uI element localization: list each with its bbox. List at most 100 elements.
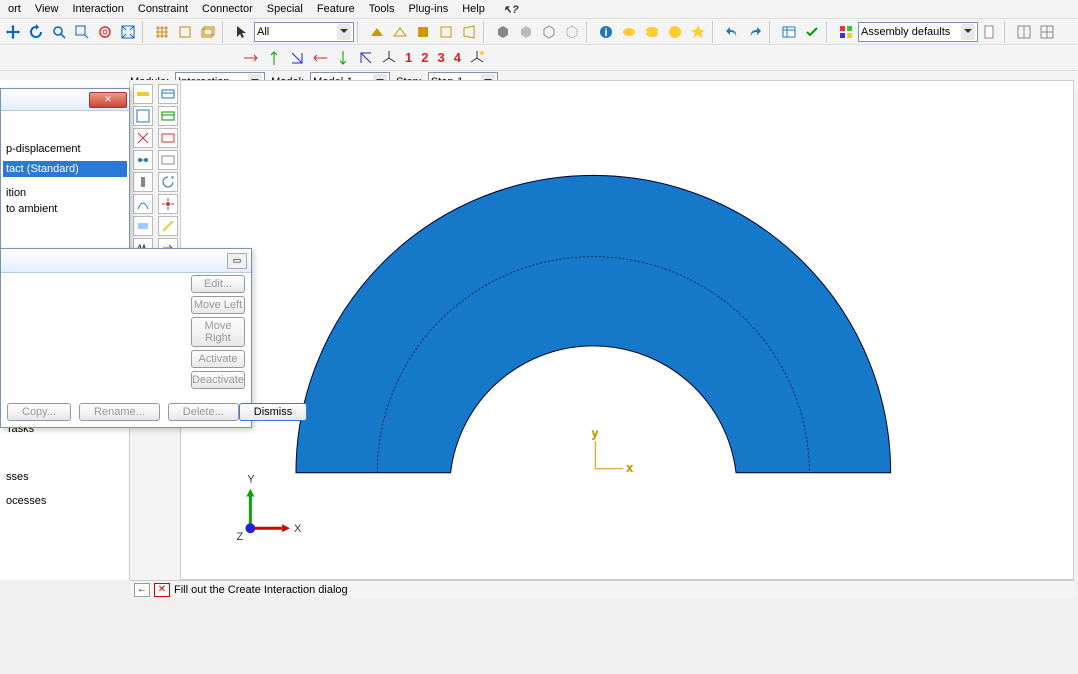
datum-icon[interactable]: [158, 216, 178, 236]
interaction-manager-dialog: ▭ Edit... Move Left Move Right Activate …: [0, 248, 252, 428]
edit-button[interactable]: Edit...: [191, 275, 245, 293]
view-2[interactable]: 2: [417, 50, 432, 65]
dialog-titlebar[interactable]: ✕: [1, 89, 129, 111]
connector-mgr-icon[interactable]: [158, 150, 178, 170]
render2-icon[interactable]: [515, 21, 537, 43]
wire-icon[interactable]: [133, 194, 153, 214]
axis-neg-y-icon[interactable]: [332, 47, 354, 69]
check-icon[interactable]: [801, 21, 823, 43]
connector-icon[interactable]: [133, 150, 153, 170]
coin3-icon[interactable]: [664, 21, 686, 43]
prop-manager-icon[interactable]: [158, 106, 178, 126]
iso2-icon[interactable]: [197, 21, 219, 43]
redo-icon[interactable]: [744, 21, 766, 43]
tree-item[interactable]: sses: [0, 468, 129, 486]
layout1-icon[interactable]: [1013, 21, 1035, 43]
wire1-icon[interactable]: [412, 21, 434, 43]
rotate-tool-icon[interactable]: [158, 172, 178, 192]
move-left-button[interactable]: Move Left: [191, 296, 245, 314]
close-icon[interactable]: ✕: [89, 92, 127, 108]
menu-help[interactable]: Help: [456, 2, 491, 16]
list-item-selected[interactable]: tact (Standard): [3, 161, 127, 177]
view-1[interactable]: 1: [401, 50, 416, 65]
menu-port[interactable]: ort: [2, 2, 27, 16]
dismiss-button[interactable]: Dismiss: [239, 403, 308, 421]
cursor-icon[interactable]: [231, 21, 253, 43]
axis-save-icon[interactable]: [466, 47, 488, 69]
rotate-icon[interactable]: [25, 21, 47, 43]
svg-text:i: i: [604, 27, 607, 39]
persp-icon[interactable]: [458, 21, 480, 43]
auto-fit-icon[interactable]: [117, 21, 139, 43]
interaction-prop-icon[interactable]: [133, 106, 153, 126]
assembly-defaults-combo[interactable]: Assembly defaults: [858, 22, 978, 42]
move-right-button[interactable]: Move Right: [191, 317, 245, 347]
deactivate-button[interactable]: Deactivate: [191, 371, 245, 389]
wire2-icon[interactable]: [435, 21, 457, 43]
menu-connector[interactable]: Connector: [196, 2, 259, 16]
shade2-icon[interactable]: [389, 21, 411, 43]
table-icon[interactable]: [778, 21, 800, 43]
render3-icon[interactable]: [538, 21, 560, 43]
interaction-create-icon[interactable]: [133, 84, 153, 104]
axis-iso-icon[interactable]: [378, 47, 400, 69]
rename-button[interactable]: Rename...: [79, 403, 160, 421]
interaction-type-list[interactable]: p-displacement tact (Standard) ition to …: [1, 111, 129, 219]
menu-tools[interactable]: Tools: [363, 2, 401, 16]
list-item[interactable]: p-displacement: [3, 141, 127, 157]
copy-button[interactable]: Copy...: [7, 403, 71, 421]
status-cancel-icon[interactable]: ✕: [154, 583, 170, 597]
menu-bar: ort View Interaction Constraint Connecto…: [0, 0, 1078, 18]
maximize-icon[interactable]: ▭: [227, 253, 247, 269]
menu-interaction[interactable]: Interaction: [67, 2, 130, 16]
context-help-icon[interactable]: ↖?: [497, 2, 525, 17]
dialog-titlebar[interactable]: ▭: [1, 249, 251, 273]
view-3[interactable]: 3: [433, 50, 448, 65]
layout2-icon[interactable]: [1036, 21, 1058, 43]
axis-neg-z-icon[interactable]: [355, 47, 377, 69]
render4-icon[interactable]: [561, 21, 583, 43]
zoom-icon[interactable]: [48, 21, 70, 43]
fit-icon[interactable]: [94, 21, 116, 43]
doc-icon[interactable]: [979, 21, 1001, 43]
pan-icon[interactable]: [2, 21, 24, 43]
menu-constraint[interactable]: Constraint: [132, 2, 194, 16]
viewport[interactable]: x y X Y Z: [180, 80, 1074, 580]
constraint-mgr-icon[interactable]: [158, 128, 178, 148]
status-message: Fill out the Create Interaction dialog: [174, 584, 348, 596]
coin1-icon[interactable]: [618, 21, 640, 43]
grid-icon[interactable]: [151, 21, 173, 43]
coin2-icon[interactable]: [641, 21, 663, 43]
display-filter-combo[interactable]: All: [254, 22, 354, 42]
constraint-icon[interactable]: [133, 128, 153, 148]
list-item[interactable]: ition: [3, 185, 127, 201]
svg-text:y: y: [592, 428, 598, 440]
color-icon[interactable]: [835, 21, 857, 43]
shade1-icon[interactable]: [366, 21, 388, 43]
undo-icon[interactable]: [721, 21, 743, 43]
axis-y-icon[interactable]: [263, 47, 285, 69]
axis-x-icon[interactable]: [240, 47, 262, 69]
axis-z-icon[interactable]: [286, 47, 308, 69]
menu-view[interactable]: View: [29, 2, 65, 16]
delete-button[interactable]: Delete...: [168, 403, 239, 421]
activate-button[interactable]: Activate: [191, 350, 245, 368]
status-back-icon[interactable]: ←: [134, 583, 150, 597]
render1-icon[interactable]: [492, 21, 514, 43]
ref-point-icon[interactable]: [158, 194, 178, 214]
info-icon[interactable]: i: [595, 21, 617, 43]
tree-item[interactable]: ocesses: [0, 492, 129, 510]
list-item[interactable]: to ambient: [3, 201, 127, 217]
menu-feature[interactable]: Feature: [311, 2, 361, 16]
surface-icon[interactable]: [133, 216, 153, 236]
view-4[interactable]: 4: [450, 50, 465, 65]
menu-special[interactable]: Special: [261, 2, 309, 16]
fastener-icon[interactable]: [133, 172, 153, 192]
main-toolbar: All i Assembly defaults: [0, 18, 1078, 44]
axis-neg-x-icon[interactable]: [309, 47, 331, 69]
menu-plugins[interactable]: Plug-ins: [402, 2, 454, 16]
iso1-icon[interactable]: [174, 21, 196, 43]
manager-icon[interactable]: [158, 84, 178, 104]
star-icon[interactable]: [687, 21, 709, 43]
zoom-box-icon[interactable]: [71, 21, 93, 43]
